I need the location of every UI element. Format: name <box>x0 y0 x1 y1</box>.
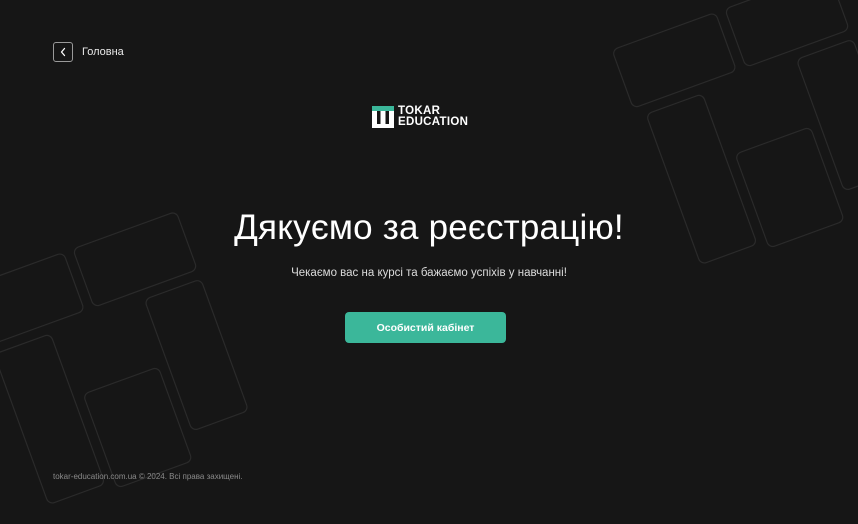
logo: TOKAR EDUCATION <box>372 105 469 128</box>
personal-cabinet-button[interactable]: Особистий кабінет <box>345 312 506 343</box>
background-decoration <box>0 0 858 504</box>
chevron-left-icon[interactable] <box>53 42 73 62</box>
footer-copyright: tokar-education.com.ua © 2024. Всі права… <box>53 472 243 481</box>
back-home-label[interactable]: Головна <box>82 46 124 58</box>
logo-line-2: EDUCATION <box>398 116 469 128</box>
logo-text: TOKAR EDUCATION <box>398 105 469 128</box>
page: Головна TOKAR EDUCATION Дякуємо за реєст… <box>0 0 858 524</box>
tokar-logo-mark-icon <box>372 106 394 128</box>
back-home-link[interactable]: Головна <box>53 42 124 62</box>
page-subtitle: Чекаємо вас на курсі та бажаємо успіхів … <box>291 267 567 279</box>
page-title: Дякуємо за реєстрацію! <box>234 208 624 247</box>
